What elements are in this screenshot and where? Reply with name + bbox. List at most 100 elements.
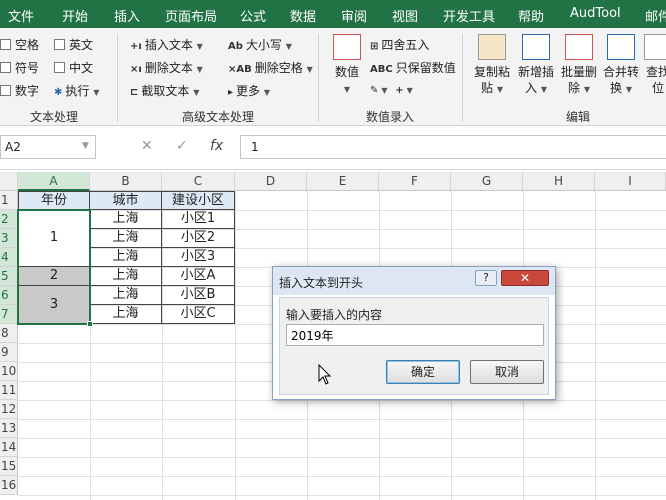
find-icon (644, 34, 666, 60)
cancel-button[interactable]: 取消 (470, 360, 544, 384)
cell-district[interactable]: 小区3 (162, 248, 235, 267)
keep-numbers-button[interactable]: ABC 只保留数值 (370, 59, 456, 76)
cell-district[interactable]: 小区B (162, 286, 235, 305)
cell-city[interactable]: 上海 (90, 305, 162, 324)
cell-city[interactable]: 上海 (90, 248, 162, 267)
column-header-d[interactable]: D (235, 172, 307, 191)
row-header-8[interactable]: 8 (0, 324, 18, 343)
row-header-1[interactable]: 1 (0, 191, 18, 210)
tab-file[interactable]: 文件 (8, 6, 34, 25)
dropdown-arrow-icon: ▼ (381, 86, 388, 95)
cell-district[interactable]: 小区C (162, 305, 235, 324)
tab-mail[interactable]: 邮件 (645, 6, 666, 25)
row-header-6[interactable]: 6 (0, 286, 18, 305)
cell-city[interactable]: 上海 (90, 267, 162, 286)
tab-audtool[interactable]: AudTool (570, 6, 621, 21)
row-header-12[interactable]: 12 (0, 400, 18, 419)
case-button[interactable]: Ab 大小写 ▼ (228, 36, 292, 53)
copy-paste-button[interactable]: 复制粘贴 ▼ (472, 34, 512, 98)
extract-text-button[interactable]: ⊏ 截取文本 ▼ (130, 82, 199, 99)
tab-help[interactable]: 帮助 (518, 6, 544, 25)
tab-data[interactable]: 数据 (290, 6, 316, 25)
cell-city[interactable]: 上海 (90, 229, 162, 248)
abc-icon: ABC (370, 64, 393, 75)
tab-developer[interactable]: 开发工具 (443, 6, 495, 25)
cell-city[interactable]: 上海 (90, 210, 162, 229)
edit-icon: ✎ (370, 85, 379, 96)
close-icon[interactable]: ✕ (501, 270, 549, 286)
enter-icon[interactable]: ✓ (176, 138, 188, 154)
numeric-button[interactable]: 数值 ▼ (330, 34, 364, 98)
row-header-3[interactable]: 3 (0, 229, 18, 248)
checkbox-icon[interactable] (54, 39, 65, 50)
tab-page-layout[interactable]: 页面布局 (165, 6, 217, 25)
tab-view[interactable]: 视图 (392, 6, 418, 25)
help-icon[interactable]: ? (475, 270, 497, 286)
cell-city[interactable]: 上海 (90, 286, 162, 305)
check-number[interactable]: 数字 (0, 82, 39, 99)
execute-button[interactable]: ✱ 执行 ▼ (54, 82, 99, 99)
formula-input[interactable]: 1 (240, 135, 666, 159)
column-header-c[interactable]: C (162, 172, 235, 191)
insert-content-input[interactable] (286, 324, 544, 346)
ok-button[interactable]: 确定 (386, 360, 460, 384)
row-header-9[interactable]: 9 (0, 343, 18, 362)
column-header-a[interactable]: A (18, 172, 90, 191)
cell-district[interactable]: 小区A (162, 267, 235, 286)
dropdown-arrow-icon: ▼ (496, 85, 503, 94)
dropdown-arrow-icon: ▼ (196, 65, 203, 74)
insert-function-icon[interactable]: fx (210, 138, 223, 154)
column-header-b[interactable]: B (90, 172, 162, 191)
cell-year-merged[interactable]: 3 (18, 286, 90, 324)
fill-handle[interactable] (87, 321, 93, 327)
check-space[interactable]: 空格 (0, 36, 39, 53)
column-header-g[interactable]: G (451, 172, 523, 191)
row-header-7[interactable]: 7 (0, 305, 18, 324)
checkbox-icon[interactable] (0, 62, 11, 73)
insert-text-button[interactable]: +ı 插入文本 ▼ (130, 36, 203, 53)
cell-district[interactable]: 小区1 (162, 210, 235, 229)
row-header-4[interactable]: 4 (0, 248, 18, 267)
delete-space-button[interactable]: ×AB 删除空格 ▼ (228, 59, 313, 76)
header-cell-district[interactable]: 建设小区 (162, 191, 235, 210)
checkbox-icon[interactable] (54, 62, 65, 73)
header-cell-city[interactable]: 城市 (90, 191, 162, 210)
row-header-15[interactable]: 15 (0, 457, 18, 476)
cell-year-merged[interactable]: 1 (18, 210, 90, 267)
column-header-i[interactable]: I (595, 172, 666, 191)
delete-text-button[interactable]: ×ı 删除文本 ▼ (130, 59, 203, 76)
cell-year-merged[interactable]: 2 (18, 267, 90, 286)
edit-value-button[interactable]: ✎ ▼ + ▼ (370, 82, 413, 96)
row-header-16[interactable]: 16 (0, 476, 18, 495)
checkbox-icon[interactable] (0, 85, 11, 96)
more-button[interactable]: ▸ 更多 ▼ (228, 82, 270, 99)
row-header-13[interactable]: 13 (0, 419, 18, 438)
cell-district[interactable]: 小区2 (162, 229, 235, 248)
merge-convert-button[interactable]: 合并转换 ▼ (601, 34, 641, 98)
column-header-f[interactable]: F (379, 172, 451, 191)
row-header-10[interactable]: 10 (0, 362, 18, 381)
row-header-5[interactable]: 5 (0, 267, 18, 286)
check-symbol[interactable]: 符号 (0, 59, 39, 76)
add-insert-button[interactable]: 新增插入 ▼ (516, 34, 556, 98)
tab-insert[interactable]: 插入 (114, 6, 140, 25)
dropdown-arrow-icon: ▼ (196, 42, 203, 51)
batch-delete-button[interactable]: 批量删除 ▼ (559, 34, 599, 98)
find-locate-button[interactable]: 查找位 (643, 34, 666, 96)
checkbox-icon[interactable] (0, 39, 11, 50)
column-header-h[interactable]: H (523, 172, 595, 191)
header-cell-year[interactable]: 年份 (18, 191, 90, 210)
cancel-icon[interactable]: ✕ (141, 138, 153, 154)
check-english[interactable]: 英文 (54, 36, 93, 53)
tab-home[interactable]: 开始 (62, 6, 88, 25)
row-header-14[interactable]: 14 (0, 438, 18, 457)
tab-formulas[interactable]: 公式 (240, 6, 266, 25)
row-header-11[interactable]: 11 (0, 381, 18, 400)
select-all-corner[interactable] (0, 172, 18, 191)
tab-review[interactable]: 审阅 (341, 6, 367, 25)
check-chinese[interactable]: 中文 (54, 59, 93, 76)
column-header-e[interactable]: E (307, 172, 379, 191)
row-header-2[interactable]: 2 (0, 210, 18, 229)
round-button[interactable]: ⊞ 四舍五入 (370, 36, 429, 53)
name-box-dropdown-icon[interactable]: ▼ (82, 141, 89, 151)
